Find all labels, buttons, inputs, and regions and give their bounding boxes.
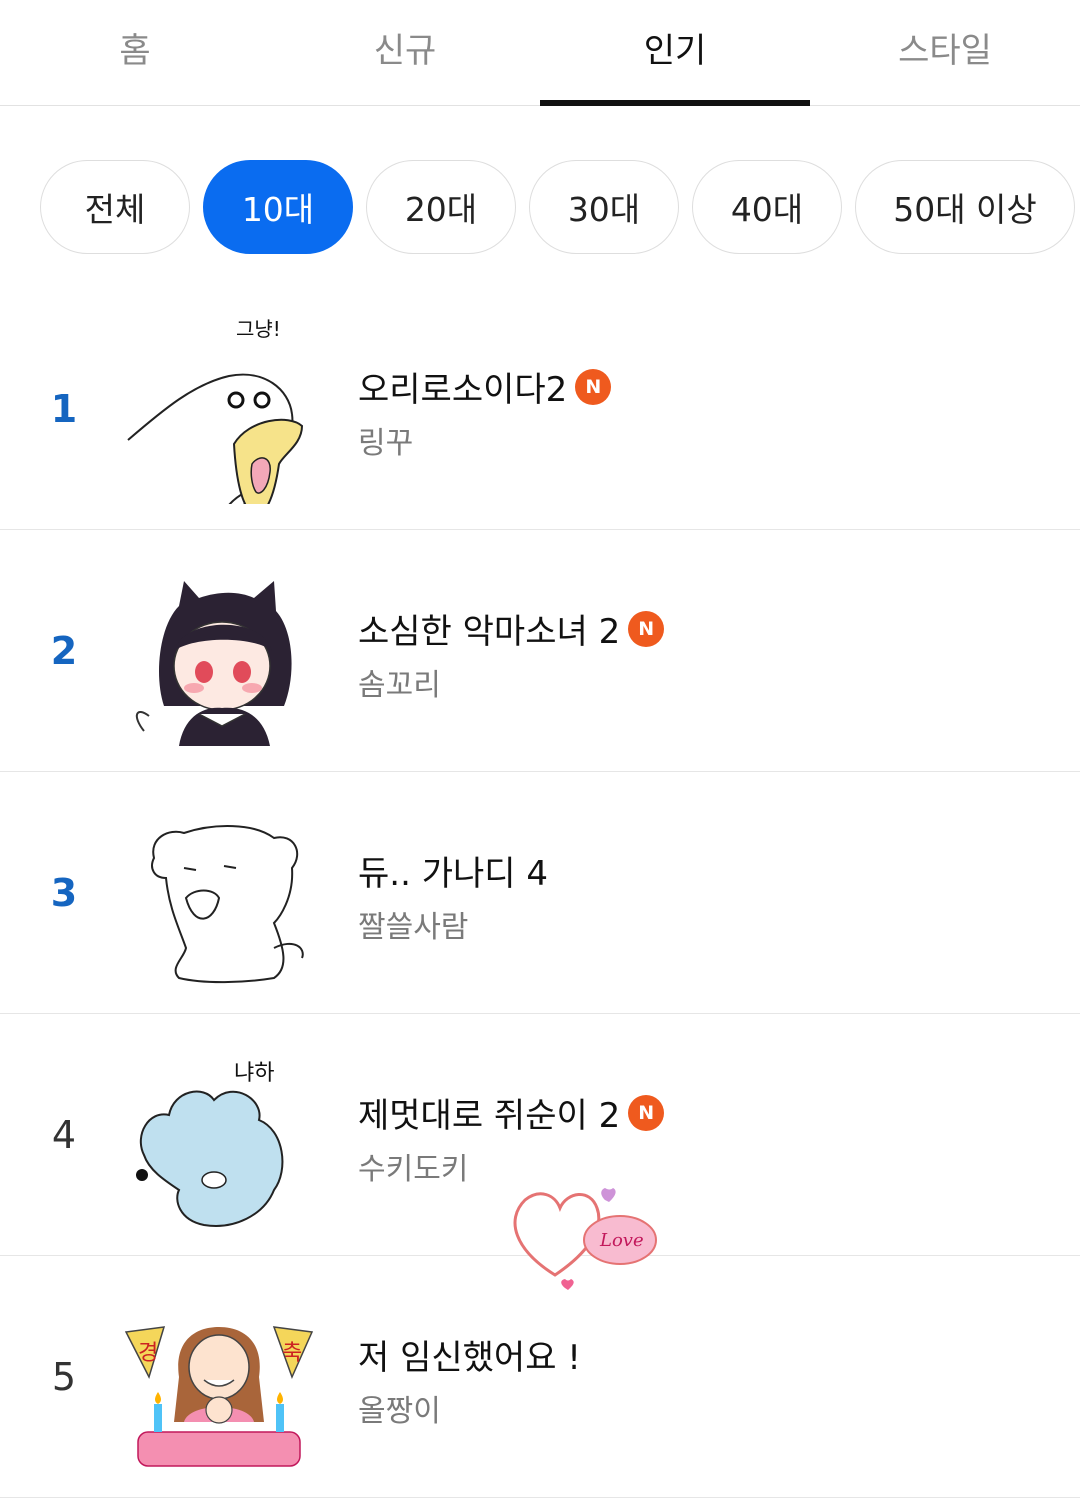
rank-number: 5: [51, 1354, 77, 1399]
rank-number: 3: [50, 870, 78, 915]
rank-number: 1: [50, 386, 78, 431]
item-title-row: 저 임신했어요 !: [358, 1330, 581, 1379]
congrats-sticker-thumbnail: 경 축: [124, 1325, 314, 1467]
item-author: 올짱이: [358, 1394, 441, 1429]
item-title: 오리로소이다2: [358, 370, 568, 410]
item-title-row: 소심한 악마소녀 2 N: [358, 604, 665, 653]
rank-number: 2: [50, 628, 78, 673]
item-title: 소심한 악마소녀 2: [358, 612, 621, 652]
filter-chip-30s[interactable]: 30대: [529, 160, 679, 254]
tab-home[interactable]: 홈: [0, 0, 270, 106]
item-title: 저 임신했어요 !: [358, 1338, 581, 1378]
blue-mouse-sticker-thumbnail: 냐하: [136, 1061, 284, 1227]
new-badge: N: [575, 368, 612, 405]
love-sticker-overlay: Love: [513, 1188, 657, 1290]
list-item[interactable]: 1 그냥! 오리로소이다2 N 링꾸: [0, 288, 1080, 530]
duck-sticker-thumbnail: 그냥!: [127, 317, 304, 504]
rank-number: 4: [51, 1112, 77, 1157]
list-item[interactable]: 3 듀.. 가나디 4 짤쓸사람: [0, 772, 1080, 1014]
list-item[interactable]: 2 소심한 악마소녀 2 N 솜꼬리: [0, 530, 1080, 772]
top-tab-bar: 홈 신규 인기 스타일: [0, 0, 1080, 106]
tab-style[interactable]: 스타일: [810, 0, 1080, 106]
devil-girl-sticker-thumbnail: [135, 580, 292, 746]
filter-chip-40s[interactable]: 40대: [692, 160, 842, 254]
item-title-row: 듀.. 가나디 4: [358, 846, 548, 895]
sticker-text: 냐하: [234, 1061, 274, 1086]
tab-new[interactable]: 신규: [270, 0, 540, 106]
active-tab-indicator: [540, 100, 810, 106]
item-author: 수키도키: [358, 1152, 469, 1187]
item-title: 듀.. 가나디 4: [358, 854, 548, 894]
sticker-text: 축: [282, 1341, 302, 1366]
item-title-row: 오리로소이다2 N: [358, 362, 612, 411]
item-author: 솜꼬리: [358, 668, 441, 703]
sticker-text: 경: [138, 1341, 158, 1366]
item-author: 짤쓸사람: [358, 910, 469, 945]
filter-chip-20s[interactable]: 20대: [366, 160, 516, 254]
filter-chip-all[interactable]: 전체: [40, 160, 190, 254]
white-dog-sticker-thumbnail: [151, 824, 304, 983]
filter-chip-10s[interactable]: 10대: [203, 160, 353, 254]
filter-chip-50s-plus[interactable]: 50대 이상: [855, 160, 1075, 254]
love-text: Love: [599, 1230, 644, 1251]
tab-popular[interactable]: 인기: [540, 0, 810, 106]
new-badge: N: [628, 1094, 665, 1131]
item-title-row: 제멋대로 쥐순이 2 N: [358, 1088, 665, 1137]
item-author: 링꾸: [358, 426, 414, 461]
item-title: 제멋대로 쥐순이 2: [358, 1096, 621, 1136]
sticker-text: 그냥!: [236, 317, 281, 341]
new-badge: N: [628, 610, 665, 647]
